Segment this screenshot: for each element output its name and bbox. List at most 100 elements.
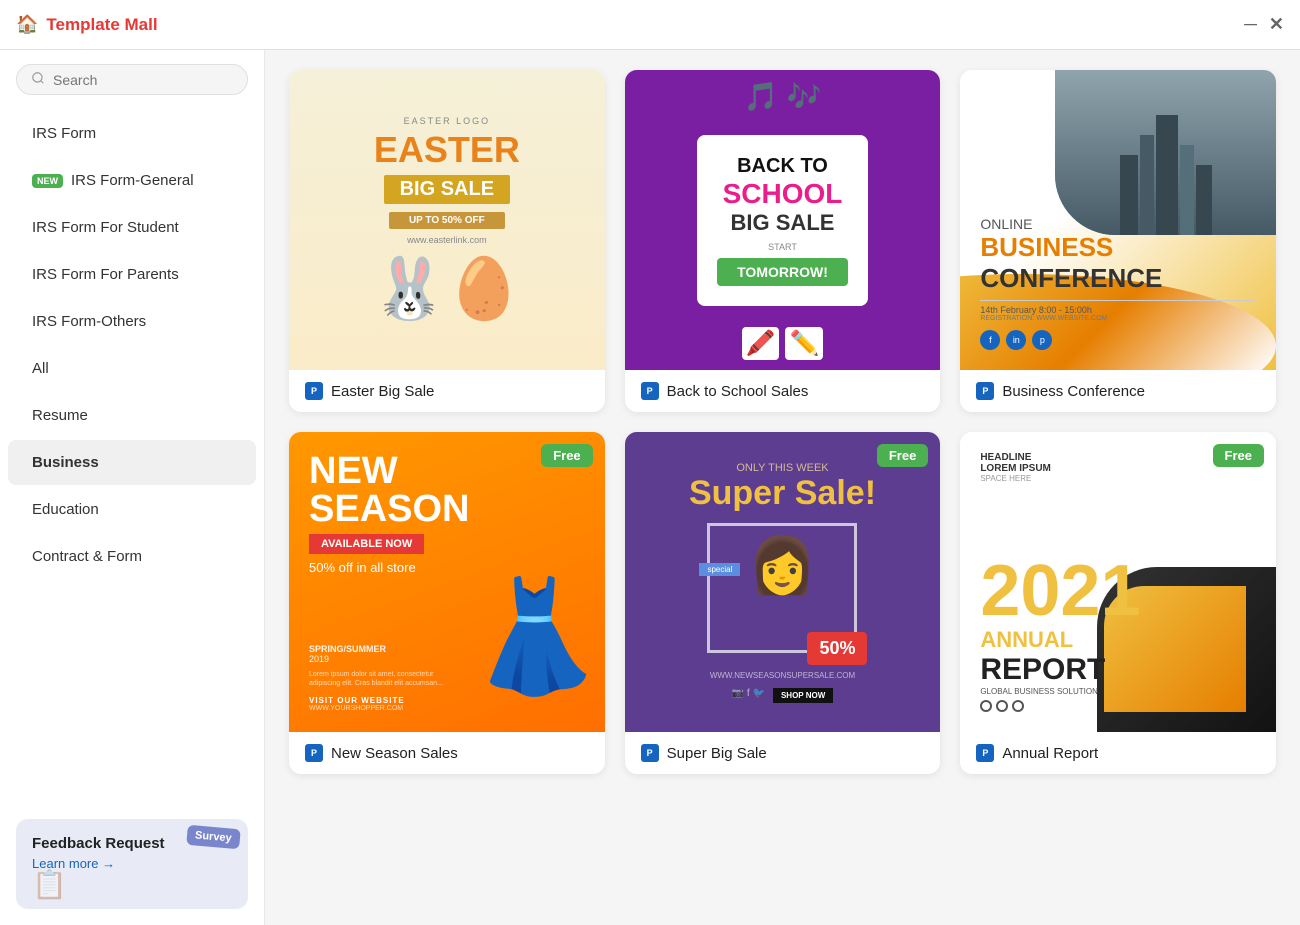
sidebar-item-irs-form-general[interactable]: NEW IRS Form-General [8, 158, 256, 203]
sidebar-nav: IRS Form NEW IRS Form-General IRS Form F… [0, 109, 264, 803]
home-icon: 🏠 [16, 14, 38, 35]
ns-bottom-content: SPRING/SUMMER 2019 Lorem ipsum dolor sit… [309, 644, 585, 712]
ar-solution-text: GLOBAL BUSINESS SOLUTION [980, 687, 1256, 696]
search-icon [31, 71, 45, 88]
sidebar-item-irs-form-student[interactable]: IRS Form For Student [8, 205, 256, 250]
ss-person-emoji: 👩 [748, 533, 816, 598]
annual-bg: Free HEADLINE LOREM IPSUM SPACE HERE 202… [960, 432, 1276, 732]
sidebar-item-resume[interactable]: Resume [8, 393, 256, 438]
ar-lorem-text: LOREM IPSUM [980, 463, 1256, 474]
content-area: EASTER LOGO EASTER BIG SALE UP TO 50% OF… [265, 50, 1300, 925]
ppt-icon-supersale: P [641, 744, 659, 762]
card-title-school: Back to School Sales [667, 383, 809, 400]
close-button[interactable]: ✕ [1269, 14, 1284, 35]
ar-circle-2 [996, 700, 1008, 712]
sidebar-item-all[interactable]: All [8, 346, 256, 391]
sidebar-item-label: IRS Form For Student [32, 219, 179, 236]
card-image-conference: ONLINE BUSINESS CONFERENCE 14th February… [960, 70, 1276, 370]
school-tomorrow: TOMORROW! [717, 258, 848, 286]
card-image-easter: EASTER LOGO EASTER BIG SALE UP TO 50% OF… [289, 70, 605, 370]
app-window: 🏠 Template Mall ─ ✕ IRS [0, 0, 1300, 925]
ss-bottom-icons: 📷 f 🐦 SHOP NOW [732, 684, 834, 703]
easter-main-title: EASTER [374, 130, 520, 170]
ss-frame-box: 👩 50% special [707, 523, 857, 653]
ar-circle-1 [980, 700, 992, 712]
school-big-sale-text: BIG SALE [717, 210, 848, 236]
card-new-season[interactable]: Free NEW SEASON AVAILABLE NOW 50% off in… [289, 432, 605, 774]
ppt-icon: P [305, 382, 323, 400]
conference-content: ONLINE BUSINESS CONFERENCE 14th February… [980, 216, 1256, 350]
sidebar-item-label: Resume [32, 407, 88, 424]
card-image-newseason: Free NEW SEASON AVAILABLE NOW 50% off in… [289, 432, 605, 732]
conf-business-text: BUSINESS [980, 232, 1256, 263]
card-easter-big-sale[interactable]: EASTER LOGO EASTER BIG SALE UP TO 50% OF… [289, 70, 605, 412]
ar-year-text: 2021 [980, 555, 1256, 627]
instagram-icon: in [1006, 330, 1026, 350]
ss-percent-badge: 50% [807, 632, 867, 665]
sidebar-item-business[interactable]: Business [8, 440, 256, 485]
feedback-box: Feedback Request Learn more → Survey 📋 [16, 819, 248, 909]
sidebar-item-label: All [32, 360, 49, 377]
sidebar-item-contract-form[interactable]: Contract & Form [8, 534, 256, 579]
easter-logo-text: EASTER LOGO [404, 116, 491, 126]
app-title: Template Mall [46, 15, 157, 35]
school-bg: 🎵🎶 BACK TO SCHOOL BIG SALE START TOMORRO… [625, 70, 941, 370]
easter-subtitle: BIG SALE [384, 175, 510, 204]
ns-available-text: AVAILABLE NOW [309, 534, 424, 554]
card-label-annual: P Annual Report [960, 732, 1276, 774]
card-label-supersale: P Super Big Sale [625, 732, 941, 774]
conf-city-image [1055, 70, 1276, 235]
card-image-supersale: Free ONLY THIS WEEK Super Sale! 👩 50% sp… [625, 432, 941, 732]
feedback-icon: 📋 [32, 868, 67, 901]
free-badge-newseason: Free [541, 444, 592, 467]
ppt-icon-annual: P [976, 744, 994, 762]
search-bar[interactable] [16, 64, 248, 95]
card-image-annual: Free HEADLINE LOREM IPSUM SPACE HERE 202… [960, 432, 1276, 732]
conf-social-icons: f in p [980, 330, 1256, 350]
search-input[interactable] [53, 72, 233, 88]
sidebar-item-label: IRS Form-Others [32, 313, 146, 330]
card-annual-report[interactable]: Free HEADLINE LOREM IPSUM SPACE HERE 202… [960, 432, 1276, 774]
card-label-school: P Back to School Sales [625, 370, 941, 412]
ss-special-tag: special [699, 563, 740, 576]
sidebar-item-irs-form-parents[interactable]: IRS Form For Parents [8, 252, 256, 297]
ns-off-text: 50% off in all store [309, 560, 585, 575]
new-badge: NEW [32, 174, 63, 188]
sidebar-item-irs-form-others[interactable]: IRS Form-Others [8, 299, 256, 344]
conf-online-text: ONLINE [980, 216, 1256, 232]
ppt-icon-newseason: P [305, 744, 323, 762]
main-content: IRS Form NEW IRS Form-General IRS Form F… [0, 50, 1300, 925]
sidebar-item-label: Contract & Form [32, 548, 142, 565]
sidebar-item-label: IRS Form For Parents [32, 266, 179, 283]
sidebar-item-label: Education [32, 501, 99, 518]
newseason-bg: Free NEW SEASON AVAILABLE NOW 50% off in… [289, 432, 605, 732]
ss-super-text: Super Sale! [689, 474, 876, 513]
card-label-easter: P Easter Big Sale [289, 370, 605, 412]
ss-only-text: ONLY THIS WEEK [736, 462, 828, 474]
conf-date-text: 14th February 8:00 - 15:00h [980, 300, 1256, 315]
sidebar-item-education[interactable]: Education [8, 487, 256, 532]
pinterest-icon: p [1032, 330, 1052, 350]
card-super-sale[interactable]: Free ONLY THIS WEEK Super Sale! 👩 50% sp… [625, 432, 941, 774]
card-title-newseason: New Season Sales [331, 745, 458, 762]
card-title-annual: Annual Report [1002, 745, 1098, 762]
ar-space-text: SPACE HERE [980, 474, 1256, 483]
title-bar-left: 🏠 Template Mall [16, 14, 158, 35]
sidebar-item-irs-form[interactable]: IRS Form [8, 111, 256, 156]
school-title-box: BACK TO SCHOOL BIG SALE START TOMORROW! [697, 135, 868, 306]
free-badge-supersale: Free [877, 444, 928, 467]
sidebar-item-label: IRS Form [32, 125, 96, 142]
minimize-button[interactable]: ─ [1244, 14, 1257, 35]
card-business-conference[interactable]: ONLINE BUSINESS CONFERENCE 14th February… [960, 70, 1276, 412]
ar-report-text: REPORT [980, 653, 1256, 687]
ppt-icon-school: P [641, 382, 659, 400]
card-label-newseason: P New Season Sales [289, 732, 605, 774]
facebook-icon: f [980, 330, 1000, 350]
sidebar: IRS Form NEW IRS Form-General IRS Form F… [0, 50, 265, 925]
school-school-text: SCHOOL [717, 178, 848, 210]
card-back-to-school[interactable]: 🎵🎶 BACK TO SCHOOL BIG SALE START TOMORRO… [625, 70, 941, 412]
title-bar: 🏠 Template Mall ─ ✕ [0, 0, 1300, 50]
card-title-conference: Business Conference [1002, 383, 1145, 400]
easter-url: www.easterlink.com [407, 235, 487, 245]
conf-conference-text: CONFERENCE [980, 263, 1256, 294]
